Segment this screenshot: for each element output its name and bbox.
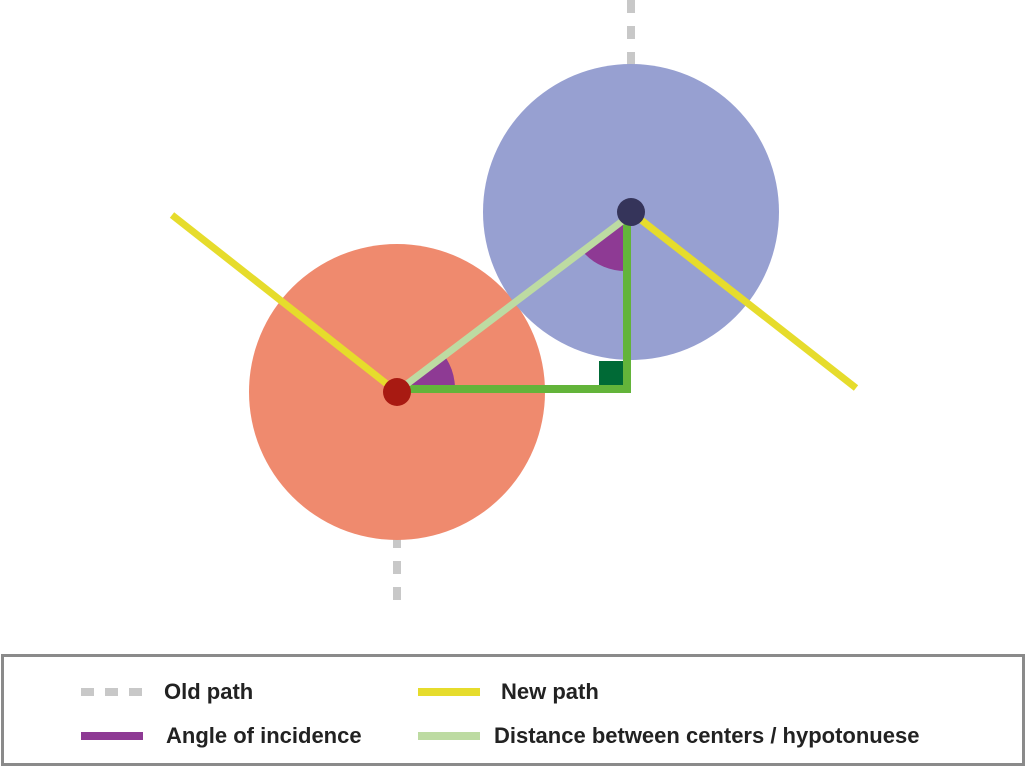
legend-item-new-path: New path (418, 679, 599, 705)
blue-ball-center (617, 198, 645, 226)
legend: Old path New path Angle of incidence Dis… (1, 654, 1025, 766)
hypotenuse-swatch (418, 732, 480, 740)
legend-item-angle: Angle of incidence (81, 723, 362, 749)
new-path-swatch (418, 688, 480, 696)
collision-diagram (169, 0, 859, 604)
right-angle-marker (599, 361, 623, 385)
legend-item-hypotenuse: Distance between centers / hypotonuese (418, 723, 919, 749)
new-path-label: New path (501, 679, 599, 704)
red-ball-center (383, 378, 411, 406)
angle-swatch (81, 732, 143, 740)
legend-item-old-path: Old path (81, 679, 253, 705)
old-path-swatch (81, 688, 143, 696)
hypotenuse-label: Distance between centers / hypotonuese (494, 723, 920, 748)
old-path-label: Old path (164, 679, 254, 704)
angle-label: Angle of incidence (166, 723, 362, 748)
